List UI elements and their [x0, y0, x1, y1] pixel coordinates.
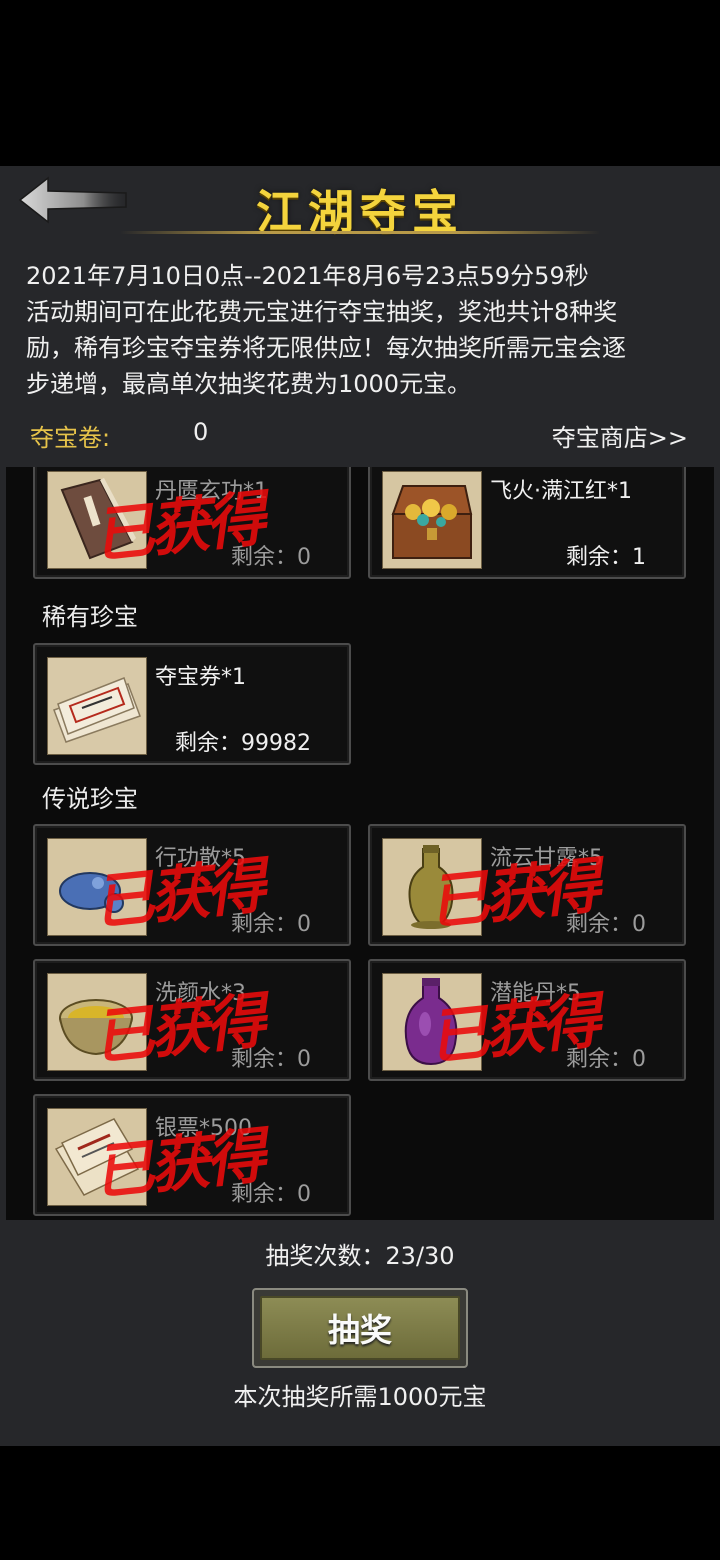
bowl-icon [47, 973, 147, 1071]
book-icon [47, 471, 147, 569]
prize-card[interactable]: 行功散*5 剩余：0 已获得 [33, 824, 351, 946]
prize-name: 丹匮玄功*1 [155, 479, 268, 504]
prize-list[interactable]: 丹匮玄功*1 剩余：0 已获得 飞火·满江红*1 剩余：1 稀有珍宝 夺宝券*1… [6, 467, 714, 1220]
prize-remaining: 剩余：0 [231, 1182, 311, 1207]
ticket-count: 0 [193, 418, 209, 446]
prize-name: 流云甘露*5 [490, 846, 603, 871]
banknote-icon [47, 1108, 147, 1206]
draw-cost: 本次抽奖所需1000元宝 [233, 1383, 487, 1411]
draw-button-label: 抽奖 [260, 1296, 460, 1360]
description-line: 活动期间可在此花费元宝进行夺宝抽奖，奖池共计8种奖 [26, 298, 618, 326]
ticket-row: 夺宝卷: 0 夺宝商店>> [30, 418, 690, 453]
prize-remaining: 剩余：0 [566, 912, 646, 937]
prize-card[interactable]: 夺宝券*1 剩余：99982 [33, 643, 351, 765]
prize-card[interactable]: 丹匮玄功*1 剩余：0 已获得 [33, 467, 351, 579]
prize-name: 行功散*5 [155, 846, 246, 871]
title-divider [120, 231, 600, 234]
purple-vase-icon [382, 973, 482, 1071]
prize-name: 洗颜水*3 [155, 981, 246, 1006]
prize-name: 夺宝券*1 [155, 665, 246, 690]
draw-button[interactable]: 抽奖 [252, 1288, 468, 1368]
activity-period: 2021年7月10日0点--2021年8月6号23点59分59秒 [26, 262, 589, 290]
wine-flask-icon [382, 838, 482, 936]
treasure-shop-link[interactable]: 夺宝商店>> [552, 418, 688, 453]
prize-remaining: 剩余：0 [231, 1047, 311, 1072]
ticket-icon [47, 657, 147, 755]
prize-name: 飞火·满江红*1 [490, 479, 632, 504]
prize-card[interactable]: 流云甘露*5 剩余：0 已获得 [368, 824, 686, 946]
prize-remaining: 剩余：99982 [175, 731, 311, 756]
pill-pouch-icon [47, 838, 147, 936]
prize-card[interactable]: 银票*500 剩余：0 已获得 [33, 1094, 351, 1216]
prize-remaining: 剩余：0 [566, 1047, 646, 1072]
prize-remaining: 剩余：0 [231, 912, 311, 937]
prize-name: 潜能丹*5 [490, 981, 581, 1006]
prize-remaining: 剩余：1 [566, 545, 646, 570]
activity-description: 2021年7月10日0点--2021年8月6号23点59分59秒 活动期间可在此… [26, 258, 698, 402]
description-line: 励，稀有珍宝夺宝券将无限供应！每次抽奖所需元宝会逐 [26, 334, 626, 362]
section-rare: 稀有珍宝 [42, 603, 138, 631]
description-line: 步递增，最高单次抽奖花费为1000元宝。 [26, 370, 472, 398]
prize-card[interactable]: 飞火·满江红*1 剩余：1 [368, 467, 686, 579]
prize-card[interactable]: 潜能丹*5 剩余：0 已获得 [368, 959, 686, 1081]
treasure-chest-icon [382, 471, 482, 569]
prize-remaining: 剩余：0 [231, 545, 311, 570]
prize-card[interactable]: 洗颜水*3 剩余：0 已获得 [33, 959, 351, 1081]
ticket-label: 夺宝卷: [30, 424, 111, 452]
section-legendary: 传说珍宝 [42, 785, 138, 813]
prize-name: 银票*500 [155, 1116, 252, 1141]
draw-count: 抽奖次数：23/30 [265, 1242, 455, 1270]
